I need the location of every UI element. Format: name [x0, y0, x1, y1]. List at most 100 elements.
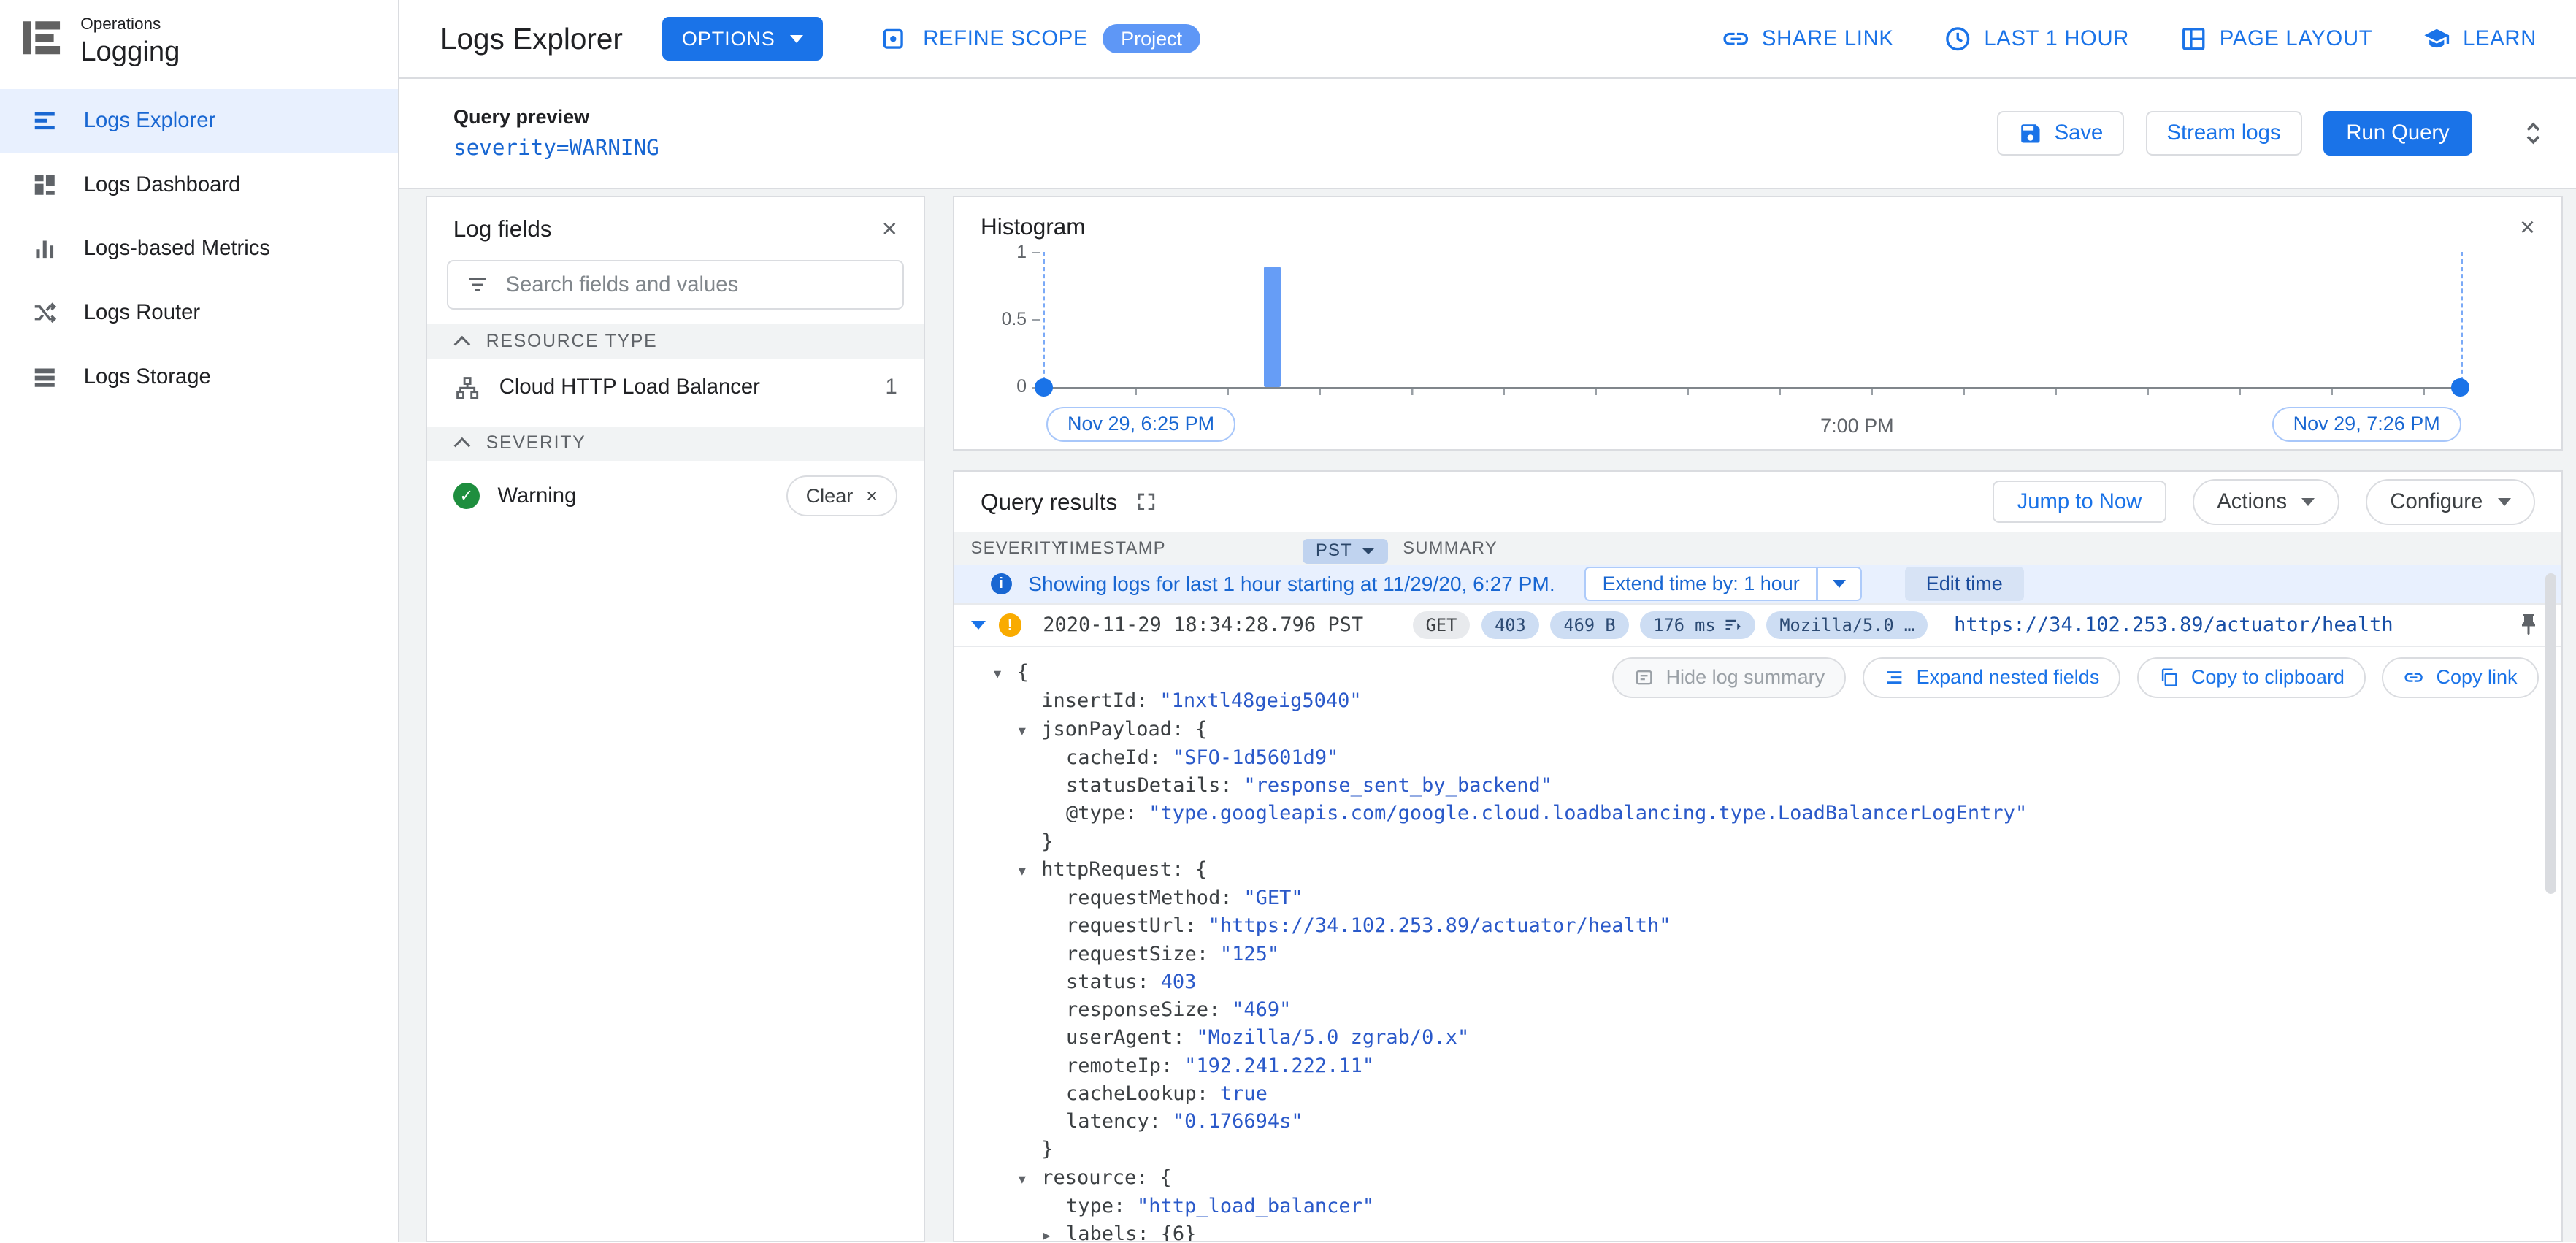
timezone-selector[interactable]: PST — [1303, 538, 1389, 564]
log-fields-search[interactable] — [446, 260, 904, 310]
json-line: cacheId: "SFO-1d5601d9" — [1066, 746, 1339, 769]
json-line: :} — [1041, 830, 1054, 853]
summary-chip[interactable]: 176 ms — [1640, 611, 1755, 639]
resource-type-label: Cloud HTTP Load Balancer — [499, 375, 760, 399]
summary-chip[interactable]: Mozilla/5.0 … — [1766, 611, 1928, 639]
range-end-handle[interactable] — [2451, 378, 2469, 397]
learn-button[interactable]: LEARN — [2422, 24, 2537, 54]
sidebar-item-logs-storage[interactable]: Logs Storage — [0, 345, 398, 410]
sidebar-item-label: Logs Storage — [83, 364, 211, 389]
load-balancer-icon — [456, 376, 478, 399]
clear-filter-button[interactable]: Clear × — [786, 475, 897, 517]
scope-project-badge[interactable]: Project — [1103, 24, 1200, 53]
sidebar-item-logs-dashboard[interactable]: Logs Dashboard — [0, 153, 398, 217]
json-line: ▾ resource:{ — [994, 1164, 2561, 1193]
run-query-button[interactable]: Run Query — [2323, 111, 2473, 156]
edit-time-button[interactable]: Edit time — [1904, 567, 2025, 602]
actions-menu-button[interactable]: Actions — [2192, 478, 2339, 525]
query-results-title: Query results — [981, 488, 1118, 515]
summary-chip[interactable]: 469 B — [1550, 611, 1629, 639]
hide-log-summary-button[interactable]: Hide log summary — [1611, 657, 1847, 698]
expand-toggle-icon[interactable]: ▾ — [1019, 716, 1042, 744]
query-preview-text[interactable]: severity=WARNING — [453, 135, 659, 160]
json-line: responseSize: "469" — [1066, 998, 1292, 1021]
time-range-button[interactable]: LAST 1 HOUR — [1943, 24, 2129, 54]
results-scrollbar[interactable] — [2545, 573, 2557, 894]
chevron-down-icon[interactable] — [1818, 580, 1861, 588]
close-icon: × — [866, 484, 878, 507]
sidebar-item-logs-based-metrics[interactable]: Logs-based Metrics — [0, 217, 398, 281]
log-fields-panel: Log fields × RESOURCE TYPE Cloud HTTP Lo… — [425, 195, 925, 1242]
expand-query-editor-button[interactable] — [2517, 117, 2550, 150]
json-line: statusDetails: "response_sent_by_backend" — [1066, 774, 1552, 797]
expand-toggle-icon[interactable]: ▾ — [1019, 857, 1042, 884]
range-start-line — [1043, 252, 1045, 389]
column-summary: SUMMARY — [1403, 538, 1498, 558]
page-layout-button[interactable]: PAGE LAYOUT — [2179, 24, 2373, 54]
close-icon[interactable]: × — [882, 215, 897, 242]
jump-to-now-button[interactable]: Jump to Now — [1993, 480, 2166, 524]
sidebar-item-label: Logs-based Metrics — [83, 237, 270, 261]
chevron-down-icon — [789, 34, 803, 43]
y-axis-tick-label: 0 — [1016, 377, 1027, 397]
json-line: userAgent: "Mozilla/5.0 zgrab/0.x" — [1066, 1026, 1470, 1049]
json-line: type: "http_load_balancer" — [1066, 1194, 1375, 1217]
expand-toggle-icon[interactable]: ▾ — [1019, 1165, 1042, 1193]
log-timestamp: 2020-11-29 18:34:28.796 PST — [1043, 613, 1364, 637]
warning-severity-icon: ! — [998, 613, 1021, 637]
configure-menu-button[interactable]: Configure — [2365, 478, 2535, 525]
save-button[interactable]: Save — [1997, 111, 2125, 156]
histogram-panel: Histogram × 1 0.5 0 Nov 29, 6:25 PM 7:00… — [953, 195, 2563, 451]
json-line: cacheLookup: true — [1066, 1082, 1268, 1105]
summary-chip[interactable]: 403 — [1481, 611, 1539, 639]
range-start-handle[interactable] — [1035, 378, 1053, 397]
log-entry-row[interactable]: ! 2020-11-29 18:34:28.796 PST GET 403 46… — [954, 603, 2561, 648]
log-json-payload: ▾:{ insertId:"1nxtl48geig5040" ▾jsonPayl… — [954, 647, 2561, 1241]
expand-nested-fields-button[interactable]: Expand nested fields — [1862, 657, 2121, 698]
search-input[interactable] — [505, 272, 886, 297]
summary-icon — [1636, 670, 1652, 685]
stream-logs-button[interactable]: Stream logs — [2145, 111, 2302, 156]
sidebar-item-logs-explorer[interactable]: Logs Explorer — [0, 88, 398, 153]
range-end-label[interactable]: Nov 29, 7:26 PM — [2272, 406, 2461, 442]
resource-type-count: 1 — [885, 375, 897, 399]
close-icon[interactable]: × — [2520, 213, 2535, 240]
sidebar-item-logs-router[interactable]: Logs Router — [0, 281, 398, 345]
histogram-chart[interactable]: 1 0.5 0 — [1002, 242, 2469, 397]
column-severity: SEVERITY — [970, 538, 1065, 558]
main-area: Logs Explorer OPTIONS REFINE SCOPE Proje… — [399, 0, 2576, 1242]
json-line: @type: "type.googleapis.com/google.cloud.… — [1066, 802, 2028, 825]
chevron-down-icon — [1362, 548, 1376, 555]
filter-icon — [469, 278, 487, 291]
chevron-down-icon — [2301, 497, 2315, 506]
metrics-icon — [35, 240, 53, 258]
pin-icon[interactable] — [2515, 612, 2542, 638]
options-button[interactable]: OPTIONS — [662, 16, 823, 61]
chevron-down-icon — [2497, 497, 2511, 506]
right-column: Histogram × 1 0.5 0 Nov 29, 6:25 PM 7:00… — [953, 195, 2563, 1242]
extend-time-control[interactable]: Extend time by: 1 hour — [1584, 567, 1863, 602]
copy-to-clipboard-button[interactable]: Copy to clipboard — [2136, 657, 2366, 698]
share-link-button[interactable]: SHARE LINK — [1721, 24, 1894, 54]
range-start-label[interactable]: Nov 29, 6:25 PM — [1046, 406, 1236, 442]
histogram-bar[interactable] — [1264, 267, 1281, 387]
copy-link-button[interactable]: Copy link — [2382, 657, 2539, 698]
results-column-headers: SEVERITY TIMESTAMP PST SUMMARY — [954, 532, 2561, 565]
summary-chip[interactable]: GET — [1412, 611, 1471, 639]
page-title: Logs Explorer — [440, 21, 623, 56]
resource-type-row[interactable]: Cloud HTTP Load Balancer 1 — [427, 359, 924, 416]
json-line: ▾ httpRequest:{ — [994, 856, 2561, 884]
sidebar-item-label: Logs Dashboard — [83, 172, 241, 196]
fullscreen-icon[interactable] — [1134, 489, 1159, 514]
expand-toggle-icon[interactable]: ▾ — [994, 659, 1017, 687]
resource-type-section-header[interactable]: RESOURCE TYPE — [426, 324, 924, 359]
collapse-entry-icon[interactable] — [970, 620, 986, 630]
link-icon — [2404, 673, 2423, 682]
json-line: remoteIp: "192.241.222.11" — [1066, 1054, 1375, 1077]
severity-warning-row[interactable]: ✓ Warning Clear × — [427, 461, 924, 532]
refine-scope-button[interactable]: REFINE SCOPE Project — [878, 24, 1200, 54]
severity-section-header[interactable]: SEVERITY — [426, 426, 924, 461]
expand-toggle-icon[interactable]: ▸ — [1043, 1221, 1067, 1241]
layout-icon — [2182, 27, 2204, 50]
logs-explorer-icon — [34, 112, 55, 130]
